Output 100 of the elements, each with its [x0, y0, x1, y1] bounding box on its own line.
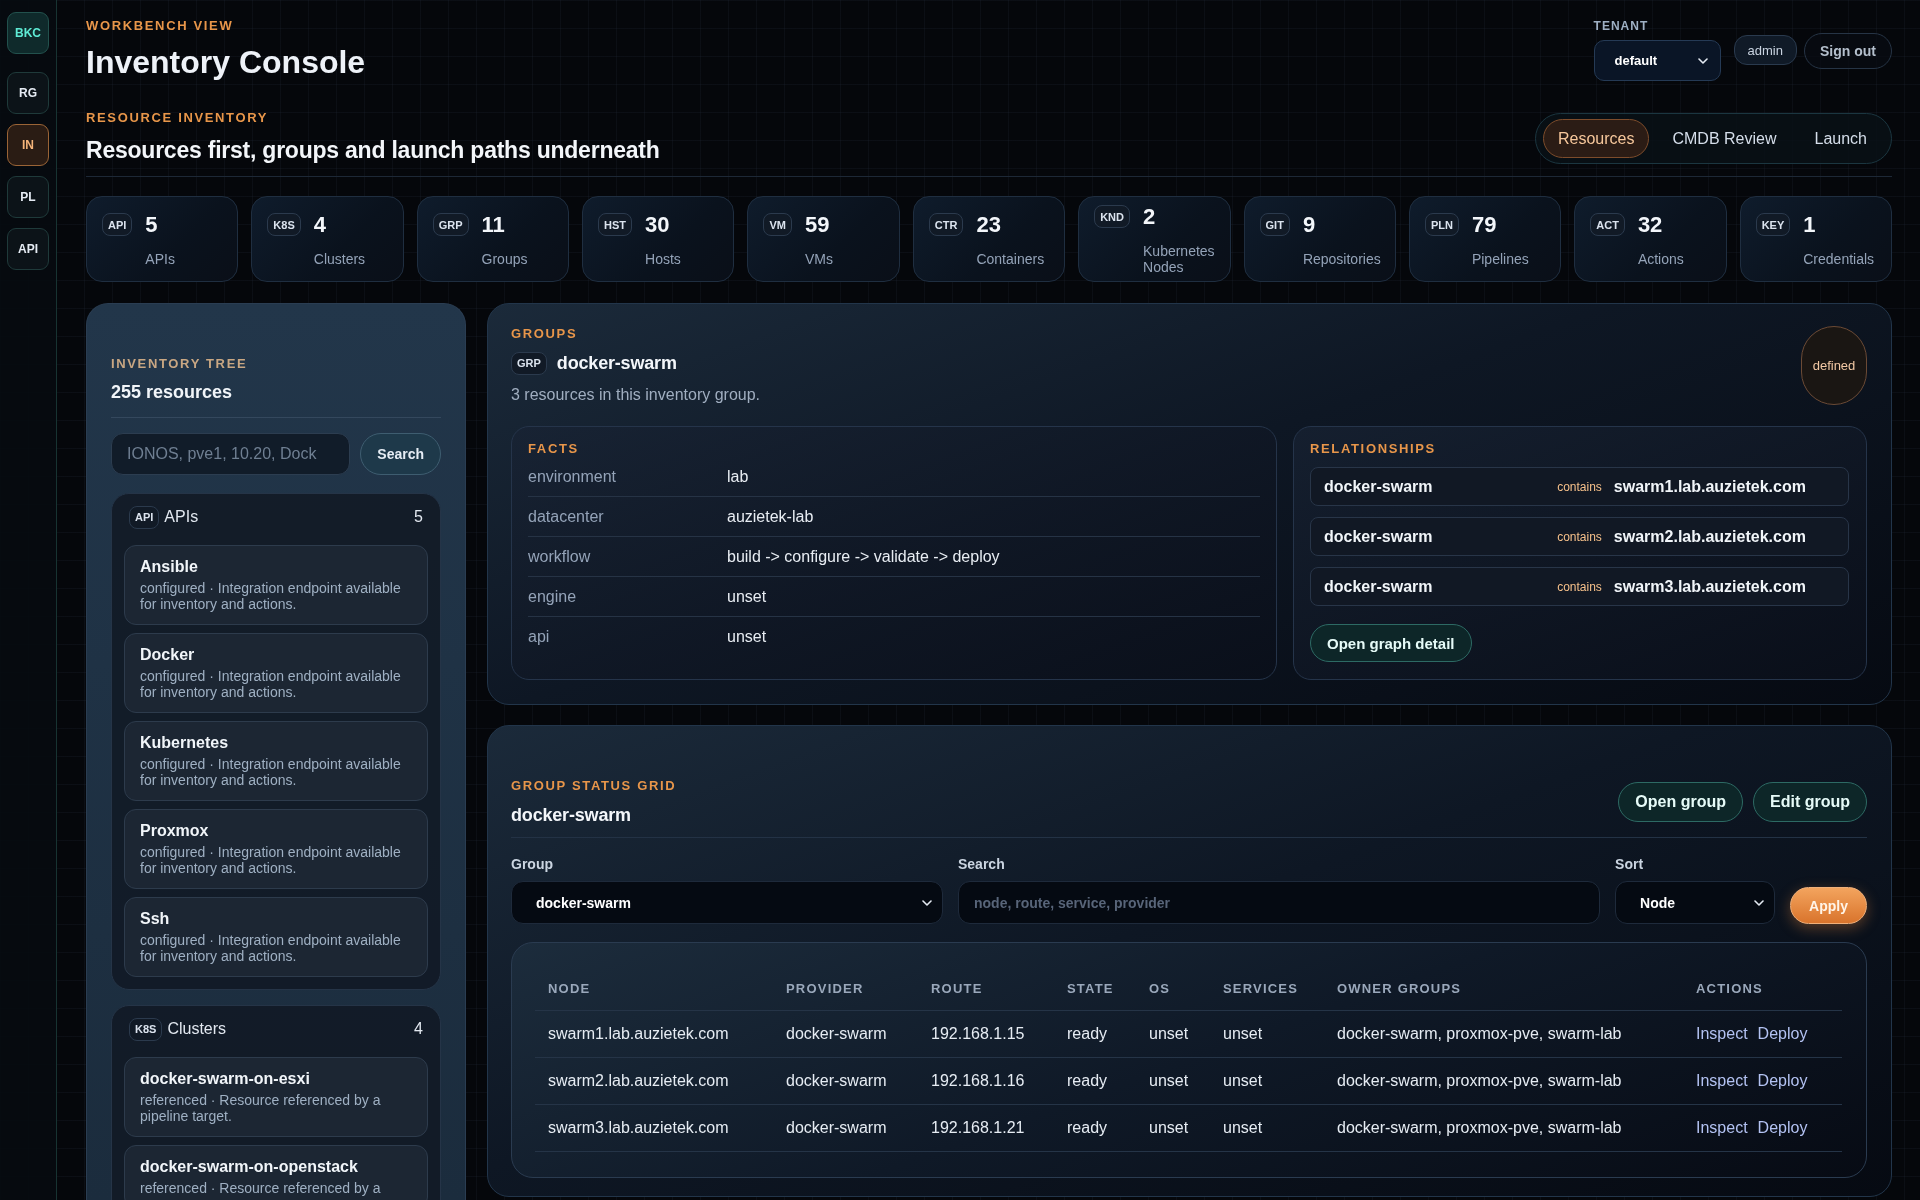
item-title: Ansible — [140, 557, 199, 577]
edit-group-button[interactable]: Edit group — [1753, 782, 1867, 822]
tree-item[interactable]: Ansible configured · Integration endpoint available for inventory and actions. — [124, 545, 428, 625]
table-cell-text: swarm1.lab.auzietek.com — [547, 1025, 730, 1043]
stat-label: Groups — [481, 250, 529, 267]
action-link[interactable]: Inspect — [1696, 1025, 1748, 1043]
sidebar-item[interactable]: PL — [7, 176, 49, 218]
sidebar-item[interactable]: RG — [7, 72, 49, 114]
type-badge: GIT — [1259, 213, 1290, 236]
stat-label: Kubernetes Nodes — [1143, 242, 1216, 275]
section-title: Resources first, groups and launch paths underneath — [86, 136, 660, 164]
group-select[interactable]: docker-swarm — [511, 881, 943, 924]
search-field[interactable]: node, route, service, provider — [958, 881, 1601, 924]
sort-select[interactable]: Node — [1615, 881, 1776, 924]
panel-eyebrow: GROUPS — [511, 326, 579, 342]
item-description: configured · Integration endpoint available for inventory and actions. — [140, 580, 402, 612]
relation-type: contains — [1557, 479, 1602, 494]
stat-value: 9 — [1302, 211, 1317, 238]
column-header: OS — [1148, 980, 1172, 996]
tree-item[interactable]: Ssh configured · Integration endpoint available for inventory and actions. — [124, 897, 428, 977]
sign-out-button[interactable]: Sign out — [1804, 33, 1892, 69]
table-cell-text: 192.168.1.16 — [930, 1072, 1026, 1090]
section-eyebrow: RESOURCE INVENTORY — [86, 110, 270, 126]
relation-target: swarm1.lab.auzietek.com — [1613, 477, 1807, 496]
panel-eyebrow: GROUP STATUS GRID — [511, 778, 677, 794]
open-graph-button[interactable]: Open graph detail — [1310, 624, 1472, 662]
table-cell-text: docker-swarm — [785, 1025, 888, 1043]
username-label: admin — [1733, 35, 1797, 65]
table-cell-text: docker-swarm — [785, 1072, 888, 1090]
item-description: configured · Integration endpoint available for inventory and actions. — [140, 932, 402, 964]
tree-item[interactable]: docker-swarm-on-esxi referenced · Resource referenced by a pipeline target. — [124, 1057, 428, 1137]
type-badge: PLN — [1424, 213, 1459, 236]
card-title: RELATIONSHIPS — [1310, 441, 1437, 457]
item-description: referenced · Resource referenced by a — [140, 1180, 382, 1196]
stat-value: 23 — [976, 211, 1002, 238]
tree-item[interactable]: docker-swarm-on-openstack referenced · Resource referenced by a — [124, 1145, 428, 1200]
tab[interactable]: Launch — [1799, 119, 1882, 158]
stat-label: Repositories — [1302, 250, 1382, 267]
search-button[interactable]: Search — [360, 433, 441, 475]
chevron-down-icon — [922, 899, 932, 906]
stat-value: 4 — [313, 211, 327, 238]
table-cell-text: unset — [1222, 1072, 1264, 1090]
item-count: 5 — [414, 508, 423, 526]
panel-eyebrow: INVENTORY TREE — [111, 356, 249, 372]
tenant-select[interactable]: default — [1593, 40, 1721, 81]
sidebar-item[interactable]: IN — [7, 124, 49, 166]
table-cell-text: unset — [1222, 1025, 1264, 1043]
table-cell-text: unset — [1148, 1072, 1190, 1090]
field-label: Group — [511, 856, 554, 872]
group-name: docker-swarm — [511, 804, 632, 826]
fact-key: engine — [528, 587, 727, 606]
type-badge: ACT — [1590, 213, 1625, 236]
fact-value: unset — [727, 627, 768, 646]
item-title: Ssh — [140, 909, 171, 929]
stat-value: 5 — [145, 211, 159, 238]
relation-source: docker-swarm — [1324, 527, 1434, 546]
fact-key: workflow — [528, 547, 727, 566]
table-cell-text: docker-swarm, proxmox-pve, swarm-lab — [1336, 1025, 1623, 1043]
stat-label: Clusters — [313, 250, 367, 267]
search-field[interactable]: IONOS, pve1, 10.20, Dock — [111, 433, 351, 475]
tree-item[interactable]: Kubernetes configured · Integration endpoint available for inventory and actions. — [124, 721, 428, 801]
column-header: STATE — [1066, 980, 1115, 996]
table-cell-text: swarm3.lab.auzietek.com — [547, 1119, 730, 1137]
table-cell-text: docker-swarm, proxmox-pve, swarm-lab — [1336, 1072, 1623, 1090]
action-link[interactable]: Inspect — [1696, 1119, 1748, 1137]
page-title: Inventory Console — [86, 43, 366, 81]
relationship-row[interactable]: docker-swarm contains swarm2.lab.auzietek.com — [1310, 517, 1849, 556]
group-name: APIs — [164, 508, 199, 526]
item-title: docker-swarm-on-esxi — [140, 1069, 311, 1089]
stat-label: APIs — [145, 250, 176, 267]
tree-item[interactable]: Docker configured · Integration endpoint available for inventory and actions. — [124, 633, 428, 713]
tenant-label: TENANT — [1593, 19, 1650, 33]
stat-label: Credentials — [1803, 250, 1876, 267]
item-title: Docker — [140, 645, 196, 665]
tab[interactable]: Resources — [1543, 119, 1650, 158]
table-cell-text: unset — [1148, 1119, 1190, 1137]
tree-item[interactable]: Proxmox configured · Integration endpoint available for inventory and actions. — [124, 809, 428, 889]
item-description: configured · Integration endpoint available for inventory and actions. — [140, 668, 402, 700]
column-header: ROUTE — [930, 980, 984, 996]
fact-key: datacenter — [528, 507, 727, 526]
item-description: configured · Integration endpoint available for inventory and actions. — [140, 844, 402, 876]
action-link[interactable]: Deploy — [1757, 1119, 1808, 1137]
sidebar-item[interactable]: API — [7, 228, 49, 270]
relationship-row[interactable]: docker-swarm contains swarm3.lab.auzietek.com — [1310, 567, 1849, 606]
type-badge: HST — [598, 213, 633, 236]
item-count: 4 — [414, 1020, 423, 1038]
app-logo[interactable]: BKC — [7, 12, 49, 54]
type-badge: API — [129, 505, 160, 529]
type-badge: K8S — [267, 213, 301, 236]
action-link[interactable]: Inspect — [1696, 1072, 1748, 1090]
table-cell-text: 192.168.1.15 — [930, 1025, 1026, 1043]
relationship-row[interactable]: docker-swarm contains swarm1.lab.auzietek.com — [1310, 467, 1849, 506]
action-link[interactable]: Deploy — [1757, 1072, 1808, 1090]
tab[interactable]: CMDB Review — [1657, 119, 1792, 158]
group-summary: 3 resources in this inventory group. — [511, 385, 760, 405]
action-link[interactable]: Deploy — [1757, 1025, 1808, 1043]
column-header: NODE — [547, 980, 592, 996]
stat-value: 2 — [1143, 203, 1157, 230]
fact-value: build -> configure -> validate -> deploy — [727, 547, 1001, 566]
open-group-button[interactable]: Open group — [1618, 782, 1743, 822]
